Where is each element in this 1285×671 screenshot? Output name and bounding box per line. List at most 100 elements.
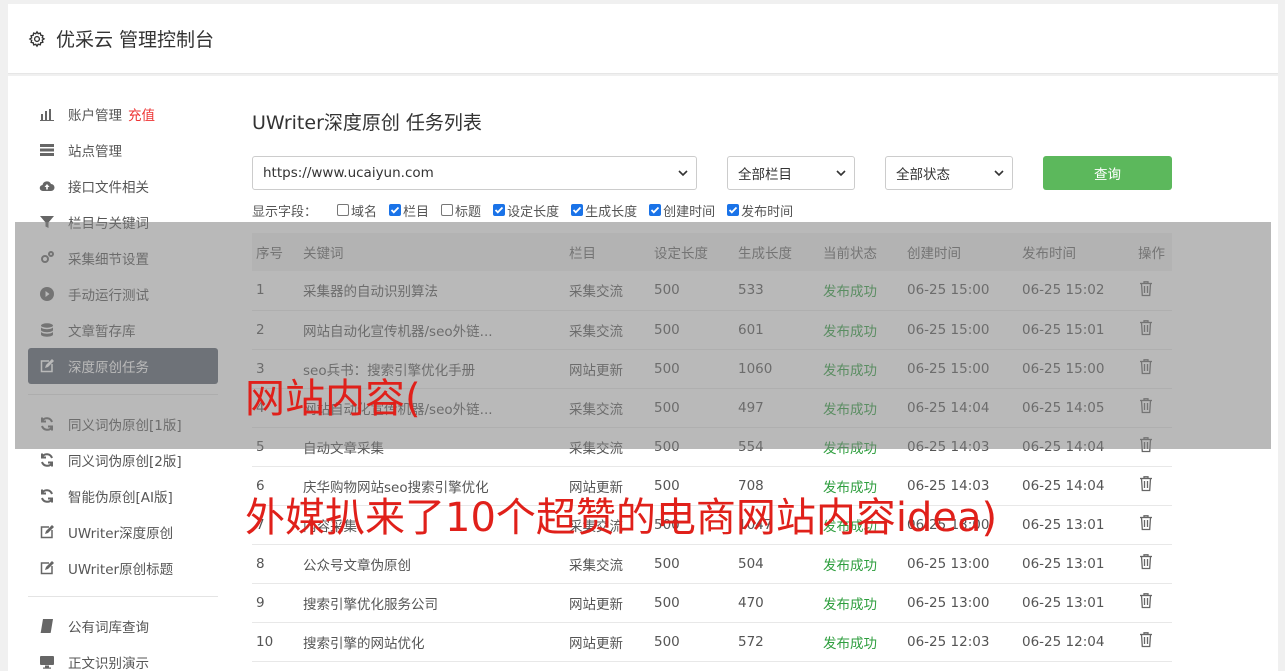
trash-icon[interactable] — [1138, 514, 1154, 531]
table-cell: 采集交流 — [565, 544, 650, 584]
delete-button[interactable] — [1134, 466, 1172, 506]
app-header: 优采云 管理控制台 — [8, 4, 1278, 74]
delete-button[interactable] — [1134, 505, 1172, 545]
filter-bar: https://www.ucaiyun.com 全部栏目 全部状态 查询 — [252, 156, 1172, 190]
edit-icon — [38, 559, 56, 577]
chevron-down-icon — [678, 170, 688, 177]
sidebar-item-label: 智能伪原创[AI版] — [68, 490, 173, 506]
field-checkbox[interactable]: 标题 — [441, 201, 481, 220]
refresh-icon — [38, 451, 56, 469]
site-select-value: https://www.ucaiyun.com — [263, 165, 434, 181]
field-checkbox[interactable]: 生成长度 — [571, 201, 637, 220]
checkbox-unchecked-icon[interactable] — [441, 204, 454, 216]
refresh-icon — [38, 487, 56, 505]
sidebar-item-label: 站点管理 — [68, 144, 122, 160]
sidebar-item[interactable]: UWriter原创标题 — [28, 550, 218, 586]
table-cell: 06-25 13:01 — [1018, 583, 1134, 623]
table-cell: 8 — [252, 544, 299, 584]
field-checkbox[interactable]: 栏目 — [389, 201, 429, 220]
page-title: UWriter深度原创 任务列表 — [252, 112, 482, 134]
overlay-text-line2: 外媒扒来了10个超赞的电商网站内容idea) — [245, 495, 998, 541]
sidebar-item-label: 公有词库查询 — [68, 620, 149, 636]
column-select-value: 全部栏目 — [738, 167, 792, 183]
table-cell: 06-25 12:04 — [1018, 622, 1134, 662]
delete-button[interactable] — [1134, 622, 1172, 662]
book-icon — [38, 617, 56, 635]
table-cell: 500 — [650, 583, 734, 623]
chevron-down-icon — [836, 170, 846, 177]
checkbox-checked-icon[interactable] — [571, 204, 584, 216]
display-fields-label: 显示字段： — [252, 204, 318, 220]
field-checkbox-label: 发布时间 — [741, 204, 794, 220]
trash-icon[interactable] — [1138, 631, 1154, 648]
checkbox-checked-icon[interactable] — [727, 204, 740, 216]
table-cell: 发布成功 — [819, 622, 903, 662]
sidebar-item-label: 正文识别演示 — [68, 656, 149, 671]
table-cell: 搜索引擎的网站优化 — [299, 622, 565, 662]
table-cell: 网站更新 — [565, 583, 650, 623]
table-cell: 公众号文章伪原创 — [299, 544, 565, 584]
table-cell: 06-25 13:00 — [903, 583, 1018, 623]
table-cell: 06-25 13:01 — [1018, 544, 1134, 584]
column-select[interactable]: 全部栏目 — [727, 156, 855, 190]
field-checkbox-label: 创建时间 — [663, 204, 716, 220]
recharge-link[interactable]: 充值 — [128, 104, 155, 124]
table-cell: 9 — [252, 583, 299, 623]
sidebar-item-label: 接口文件相关 — [68, 180, 149, 196]
monitor-icon — [38, 653, 56, 671]
delete-button[interactable] — [1134, 583, 1172, 623]
query-button[interactable]: 查询 — [1043, 156, 1172, 190]
sidebar-item[interactable]: 公有词库查询 — [28, 608, 218, 644]
checkbox-unchecked-icon[interactable] — [337, 204, 350, 216]
checkbox-checked-icon[interactable] — [389, 204, 402, 216]
sidebar-item-label: UWriter原创标题 — [68, 562, 174, 578]
status-select[interactable]: 全部状态 — [885, 156, 1013, 190]
table-cell: 网站更新 — [565, 622, 650, 662]
sidebar-item-label: UWriter深度原创 — [68, 526, 174, 542]
sidebar-item[interactable]: 账户管理 充值 — [28, 96, 218, 132]
chevron-down-icon — [994, 170, 1004, 177]
trash-icon[interactable] — [1138, 475, 1154, 492]
sidebar-item-label: 账户管理 — [68, 108, 122, 124]
table-cell: 572 — [734, 622, 819, 662]
table-cell: 06-25 12:03 — [903, 622, 1018, 662]
field-checkbox-label: 标题 — [455, 204, 482, 220]
field-checkbox[interactable]: 发布时间 — [727, 201, 793, 220]
field-checkbox[interactable]: 域名 — [337, 201, 377, 220]
trash-icon[interactable] — [1138, 553, 1154, 570]
table-row: 10 搜索引擎的网站优化 网站更新 500 572 发布成功 06-25 12:03 06-2… — [252, 622, 1172, 662]
field-checkbox-label: 栏目 — [403, 204, 430, 220]
table-cell: 10 — [252, 622, 299, 662]
field-checkbox[interactable]: 设定长度 — [493, 201, 559, 220]
status-select-value: 全部状态 — [896, 167, 950, 183]
bar-chart-icon — [38, 105, 56, 123]
delete-button[interactable] — [1134, 544, 1172, 584]
sidebar-item[interactable]: 接口文件相关 — [28, 168, 218, 204]
table-cell: 06-25 13:00 — [903, 544, 1018, 584]
field-checkbox-label: 生成长度 — [585, 204, 638, 220]
sidebar-item[interactable]: 正文识别演示 — [28, 644, 218, 671]
cloud-upload-icon — [38, 177, 56, 195]
image-overlay — [15, 222, 1271, 449]
table-cell: 504 — [734, 544, 819, 584]
field-checkbox[interactable]: 创建时间 — [649, 201, 715, 220]
site-select[interactable]: https://www.ucaiyun.com — [252, 156, 697, 190]
table-cell: 06-25 14:04 — [1018, 466, 1134, 506]
gear-icon — [28, 30, 46, 47]
edit-icon — [38, 523, 56, 541]
checkbox-checked-icon[interactable] — [493, 204, 506, 216]
sidebar-item-label: 同义词伪原创[2版] — [68, 454, 182, 470]
sidebar-item[interactable]: 智能伪原创[AI版] — [28, 478, 218, 514]
sidebar-item[interactable]: UWriter深度原创 — [28, 514, 218, 550]
table-cell: 500 — [650, 622, 734, 662]
table-cell: 发布成功 — [819, 544, 903, 584]
overlay-text-line1: 网站内容( — [245, 376, 421, 422]
sidebar-item[interactable]: 站点管理 — [28, 132, 218, 168]
checkbox-checked-icon[interactable] — [649, 204, 662, 216]
table-cell: 搜索引擎优化服务公司 — [299, 583, 565, 623]
display-fields: 显示字段： 域名 栏目 标题 设定长度 生成长度 创建时间 发布时间 — [252, 200, 805, 220]
trash-icon[interactable] — [1138, 592, 1154, 609]
table-row: 8 公众号文章伪原创 采集交流 500 504 发布成功 06-25 13:00 06-25 … — [252, 544, 1172, 584]
table-row: 9 搜索引擎优化服务公司 网站更新 500 470 发布成功 06-25 13:00 06-2… — [252, 583, 1172, 623]
field-checkbox-label: 设定长度 — [507, 204, 560, 220]
